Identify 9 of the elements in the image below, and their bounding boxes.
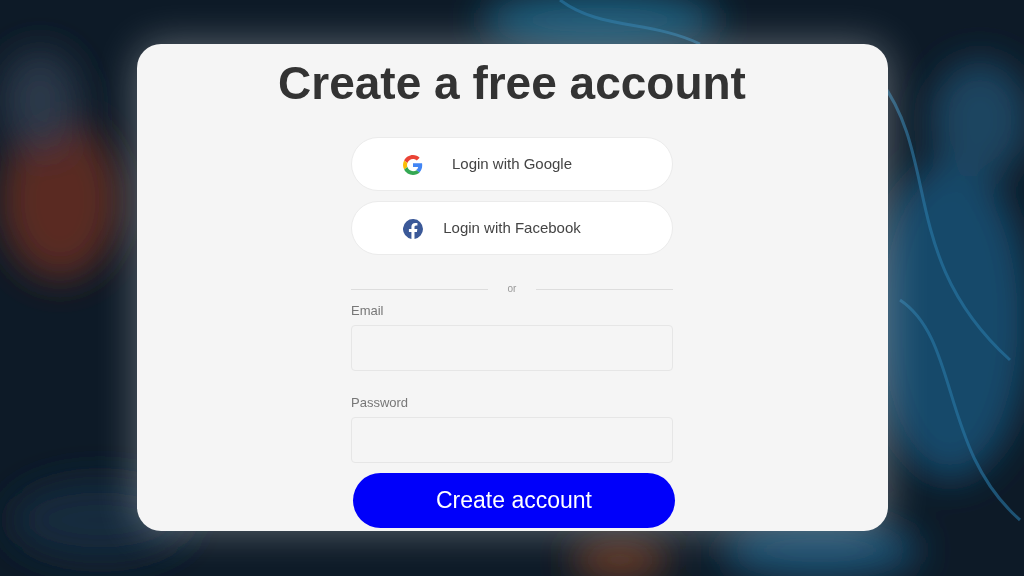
page-title: Create a free account	[278, 56, 746, 110]
field-label: Password	[351, 395, 410, 411]
field-label: Email	[351, 303, 385, 319]
google-icon	[403, 155, 423, 175]
login-button[interactable]: Login with Facebook	[351, 201, 673, 255]
facebook-icon	[403, 219, 423, 239]
create-account-button[interactable]: Create account	[353, 473, 675, 528]
divider-label: or	[506, 283, 518, 295]
login-button[interactable]: Login with Google	[351, 137, 673, 191]
